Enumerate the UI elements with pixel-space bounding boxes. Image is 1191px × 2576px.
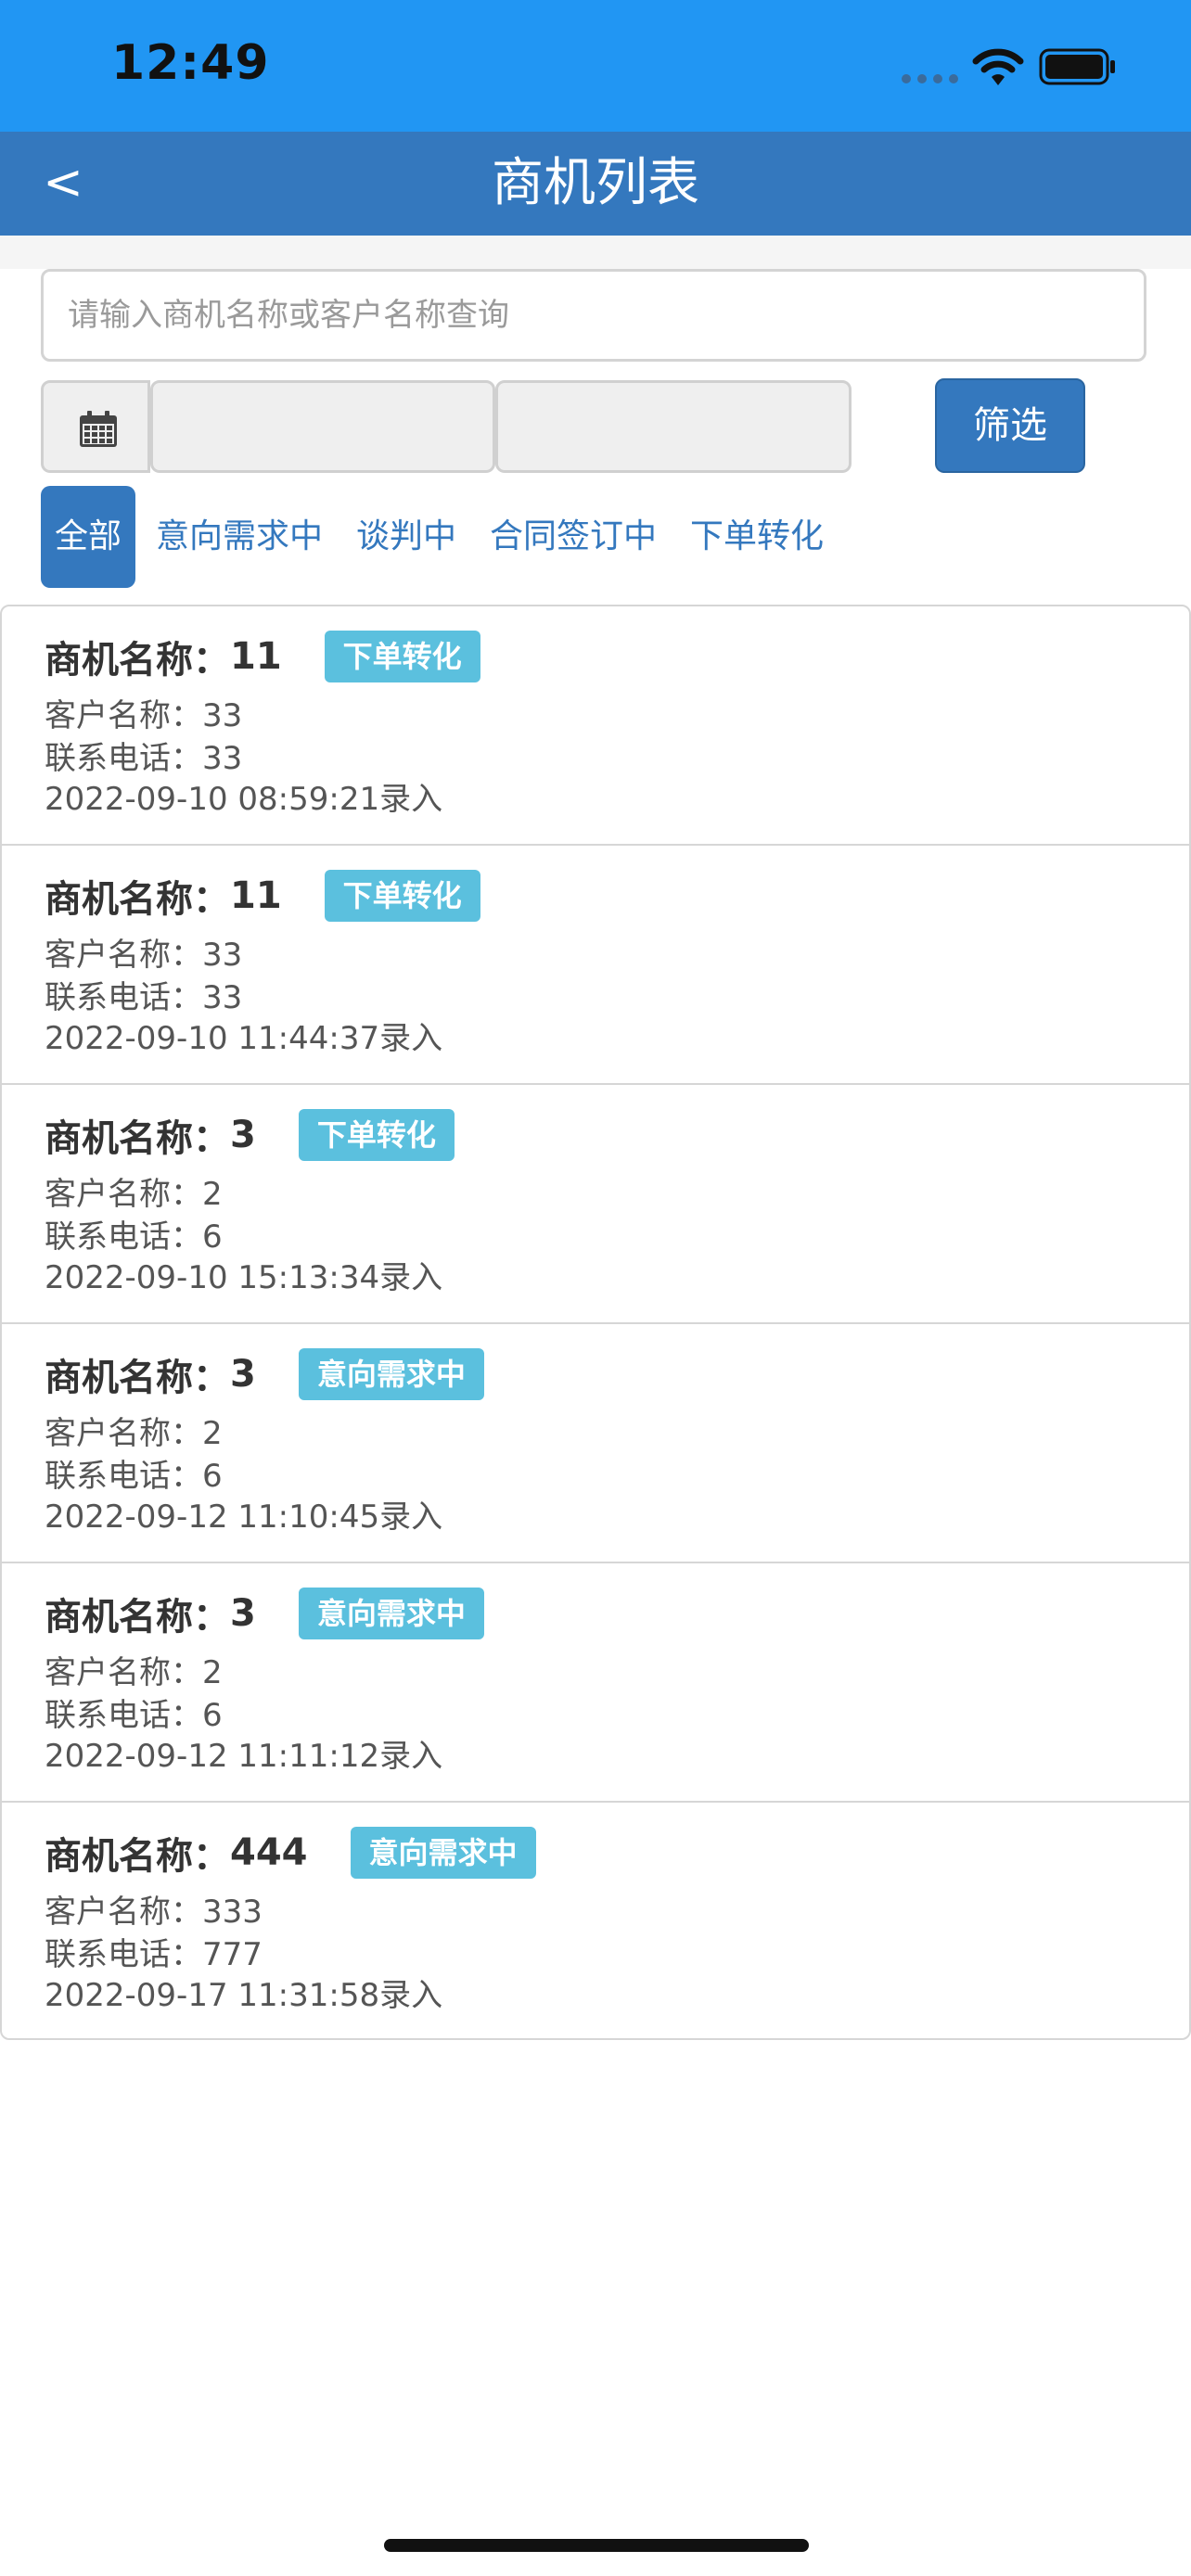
card-title-row: 商机名称： 11 下单转化 xyxy=(45,866,480,925)
card-title-row: 商机名称： 3 意向需求中 xyxy=(45,1584,484,1643)
contact-phone: 联系电话：33 xyxy=(45,979,243,1016)
status-badge: 下单转化 xyxy=(324,631,480,682)
entry-time: 2022-09-17 11:31:58录入 xyxy=(45,1977,443,2014)
tab-negotiation[interactable]: 谈判中 xyxy=(356,486,456,588)
card-title-value: 444 xyxy=(230,1831,308,1874)
entry-time: 2022-09-10 08:59:21录入 xyxy=(45,781,443,818)
tab-order[interactable]: 下单转化 xyxy=(690,486,824,588)
customer-name: 客户名称：2 xyxy=(45,1415,223,1452)
card-title-row: 商机名称： 3 意向需求中 xyxy=(45,1345,484,1404)
contact-phone: 联系电话：33 xyxy=(45,740,243,777)
customer-name: 客户名称：333 xyxy=(45,1894,263,1931)
end-date-input[interactable] xyxy=(495,380,852,473)
card-title-label: 商机名称： xyxy=(45,1596,230,1639)
list-item[interactable]: 商机名称： 11 下单转化 客户名称：33 联系电话：33 2022-09-10… xyxy=(2,606,1189,846)
card-title-label: 商机名称： xyxy=(45,639,230,682)
list-item[interactable]: 商机名称： 3 下单转化 客户名称：2 联系电话：6 2022-09-10 15… xyxy=(2,1085,1189,1324)
list-item[interactable]: 商机名称： 3 意向需求中 客户名称：2 联系电话：6 2022-09-12 1… xyxy=(2,1563,1189,1803)
status-bar: 12:49 xyxy=(0,0,1191,132)
customer-name: 客户名称：2 xyxy=(45,1654,223,1691)
customer-name: 客户名称：2 xyxy=(45,1176,223,1213)
tab-intent[interactable]: 意向需求中 xyxy=(156,486,323,588)
card-title-row: 商机名称： 11 下单转化 xyxy=(45,627,480,686)
calendar-button[interactable] xyxy=(41,380,150,473)
customer-name: 客户名称：33 xyxy=(45,697,243,734)
filter-area: 筛选 全部 意向需求中 谈判中 合同签订中 下单转化 xyxy=(0,236,1191,599)
wifi-icon xyxy=(972,48,1024,85)
card-title-value: 3 xyxy=(230,1353,256,1396)
back-chevron-icon[interactable]: < xyxy=(35,150,91,215)
list-item[interactable]: 商机名称： 3 意向需求中 客户名称：2 联系电话：6 2022-09-12 1… xyxy=(2,1324,1189,1563)
status-time: 12:49 xyxy=(111,35,270,91)
card-title-label: 商机名称： xyxy=(45,1117,230,1160)
list-item[interactable]: 商机名称： 444 意向需求中 客户名称：333 联系电话：777 2022-0… xyxy=(2,1803,1189,2042)
contact-phone: 联系电话：6 xyxy=(45,1218,223,1256)
opportunity-list: 商机名称： 11 下单转化 客户名称：33 联系电话：33 2022-09-10… xyxy=(0,605,1191,2040)
tab-all[interactable]: 全部 xyxy=(41,486,135,588)
card-title-label: 商机名称： xyxy=(45,878,230,921)
status-badge: 下单转化 xyxy=(298,1109,455,1161)
home-indicator[interactable] xyxy=(384,2539,809,2552)
card-title-value: 11 xyxy=(230,635,282,678)
status-badge: 意向需求中 xyxy=(298,1348,484,1400)
tab-contract[interactable]: 合同签订中 xyxy=(490,486,657,588)
card-title-value: 11 xyxy=(230,874,282,917)
search-input[interactable] xyxy=(41,269,1146,362)
contact-phone: 联系电话：6 xyxy=(45,1458,223,1495)
customer-name: 客户名称：33 xyxy=(45,937,243,974)
entry-time: 2022-09-10 15:13:34录入 xyxy=(45,1259,443,1296)
contact-phone: 联系电话：777 xyxy=(45,1936,263,1973)
contact-phone: 联系电话：6 xyxy=(45,1697,223,1734)
card-title-value: 3 xyxy=(230,1114,256,1156)
signal-dots-icon xyxy=(902,74,959,83)
page-title: 商机列表 xyxy=(492,153,699,213)
card-title-label: 商机名称： xyxy=(45,1835,230,1878)
entry-time: 2022-09-10 11:44:37录入 xyxy=(45,1020,443,1057)
nav-bar: < 商机列表 xyxy=(0,132,1191,236)
filter-top-strip xyxy=(0,236,1191,269)
start-date-input[interactable] xyxy=(150,380,495,473)
battery-icon xyxy=(1039,48,1115,85)
status-badge: 意向需求中 xyxy=(298,1588,484,1639)
card-title-label: 商机名称： xyxy=(45,1357,230,1399)
entry-time: 2022-09-12 11:10:45录入 xyxy=(45,1498,443,1536)
card-title-row: 商机名称： 444 意向需求中 xyxy=(45,1823,536,1882)
card-title-value: 3 xyxy=(230,1592,256,1635)
list-item[interactable]: 商机名称： 11 下单转化 客户名称：33 联系电话：33 2022-09-10… xyxy=(2,846,1189,1085)
status-badge: 下单转化 xyxy=(324,870,480,922)
filter-button[interactable]: 筛选 xyxy=(935,378,1085,473)
card-title-row: 商机名称： 3 下单转化 xyxy=(45,1105,455,1165)
entry-time: 2022-09-12 11:11:12录入 xyxy=(45,1738,443,1775)
calendar-icon xyxy=(80,411,117,447)
status-badge: 意向需求中 xyxy=(350,1827,536,1879)
